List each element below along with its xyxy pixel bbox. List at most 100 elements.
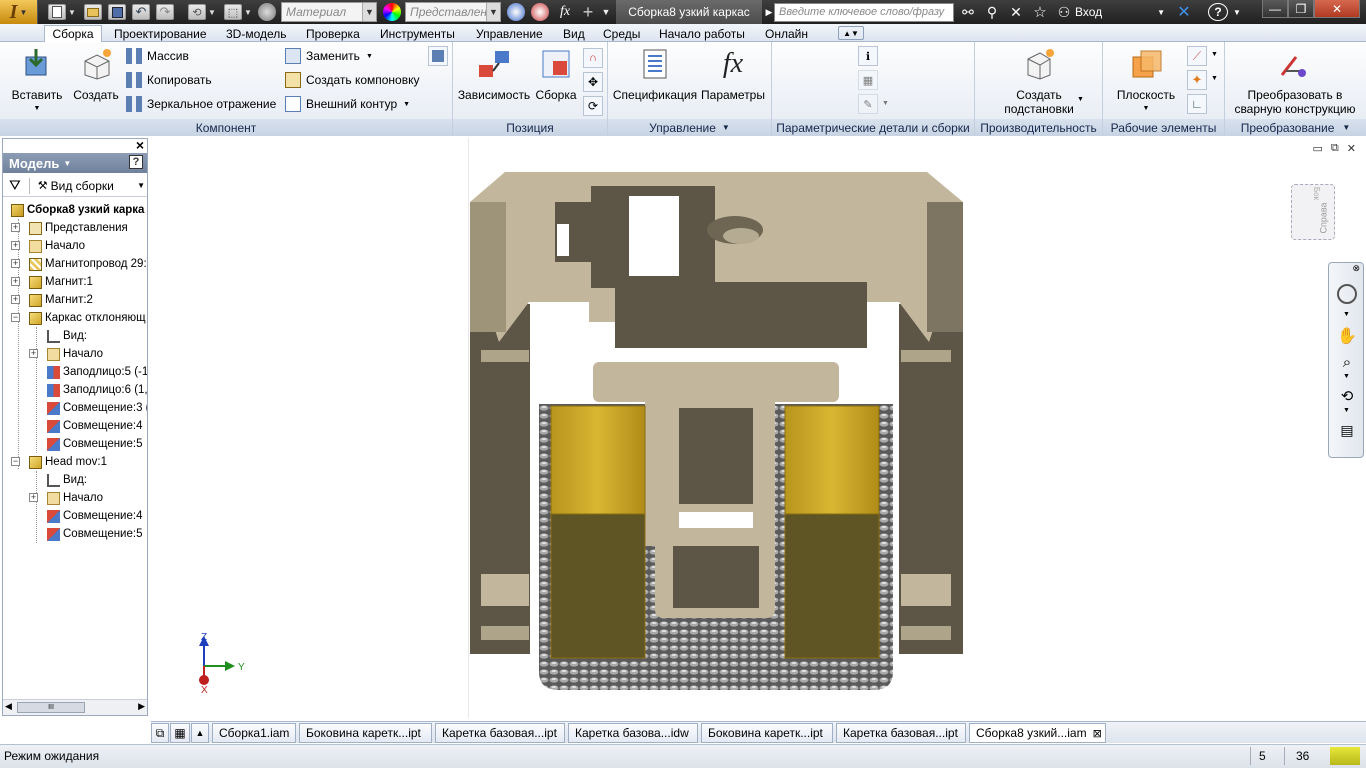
expand-icon[interactable]: + (11, 259, 20, 268)
tree-node[interactable]: Совмещение:3 ( (47, 399, 147, 417)
tab-get-started[interactable]: Начало работы (655, 25, 749, 42)
tab-inspect[interactable]: Проверка (302, 25, 364, 42)
zoom-button[interactable]: ⌕ (1335, 351, 1359, 373)
tree-node[interactable]: Представления (29, 219, 128, 237)
orbit-button[interactable]: ⟲ (1335, 385, 1359, 407)
doc-tab-active[interactable]: Сборка8 узкий...iam ⊠ (969, 723, 1106, 743)
mirror-button[interactable]: Зеркальное отражение (126, 94, 276, 114)
help-button[interactable]: ? (1208, 3, 1228, 21)
collapse-icon[interactable]: − (11, 457, 20, 466)
constrain-button[interactable]: Зависимость (455, 46, 533, 102)
navbar-close-icon[interactable]: ⊗ (1352, 263, 1360, 274)
viewport-close-icon[interactable]: ✕ (1347, 142, 1356, 155)
table-insert-button[interactable]: ℹ (858, 46, 878, 66)
app-menu-button[interactable]: I ▼ (0, 0, 38, 24)
chevron-down-icon[interactable]: ▼ (882, 100, 889, 107)
return-button[interactable]: ⟲ (188, 4, 206, 20)
create-layout-button[interactable]: Создать компоновку (285, 70, 419, 90)
viewport-minimize-icon[interactable]: ▭ (1313, 142, 1323, 155)
favorites-icon[interactable]: ☆ (1030, 2, 1050, 22)
search-expand-icon[interactable]: ▶ (764, 2, 774, 22)
user-icon[interactable]: ⚇ (1055, 2, 1073, 22)
tree-node[interactable]: Сборка8 узкий карка (11, 201, 144, 219)
expand-icon[interactable]: + (11, 241, 20, 250)
browser-header[interactable]: Модель ▼ ? (3, 153, 147, 173)
tree-node[interactable]: Заподлицо:5 (-1 (47, 363, 147, 381)
table-disabled-button[interactable]: ▦ (858, 70, 878, 90)
doc-tab[interactable]: Боковина каретк...ipt (701, 723, 833, 743)
exchange-icon[interactable]: ✕ (1173, 2, 1195, 22)
assembly-view-label[interactable]: Вид сборки (51, 179, 114, 193)
tree-node[interactable]: Head mov:1 (29, 453, 107, 471)
binoculars-icon[interactable]: ⚯ (958, 2, 978, 22)
subscription-icon[interactable]: ⚲ (982, 2, 1002, 22)
select-dropdown-icon[interactable]: ▼ (244, 2, 252, 22)
tab-tools[interactable]: Инструменты (376, 25, 459, 42)
ribbon-toggle-button[interactable]: ▲▼ (838, 26, 864, 40)
tab-manage[interactable]: Управление (472, 25, 547, 42)
expand-icon[interactable]: + (11, 295, 20, 304)
tree-node[interactable]: Вид: (47, 327, 87, 345)
manage-panel-title[interactable]: Управление ▼ (608, 119, 771, 136)
edit-table-button[interactable]: ✎ (858, 94, 878, 114)
minimize-button[interactable]: — (1262, 0, 1288, 18)
tree-node[interactable]: Магнитопровод 29: (29, 255, 147, 273)
fx-button[interactable]: fx (555, 2, 575, 22)
tab-close-icon[interactable]: ⊠ (1093, 727, 1102, 740)
arrange-windows-button[interactable]: ▦ (170, 723, 190, 743)
appearance-globe-icon[interactable] (258, 3, 276, 21)
search-input[interactable]: Введите ключевое слово/фразу (774, 3, 954, 22)
adjust-appearance-icon[interactable] (531, 3, 549, 21)
chevron-down-icon[interactable]: ▼ (1077, 96, 1084, 103)
doc-tab[interactable]: Каретка базова...idw (568, 723, 698, 743)
maximize-button[interactable]: ❐ (1288, 0, 1314, 18)
chevron-down-icon[interactable]: ▼ (1211, 75, 1218, 82)
save-button[interactable] (108, 4, 126, 20)
tab-design[interactable]: Проектирование (110, 25, 211, 42)
close-button[interactable]: ✕ (1314, 0, 1360, 18)
new-dropdown-icon[interactable]: ▼ (68, 2, 76, 22)
document-list-button[interactable]: ▲ (191, 723, 209, 743)
steering-wheel-button[interactable] (1335, 283, 1359, 305)
expand-icon[interactable]: + (11, 277, 20, 286)
add-icon[interactable]: + (579, 2, 597, 22)
assemble-button[interactable]: Сборка (533, 46, 579, 102)
shrinkwrap-button[interactable]: Внешний контур ▼ (285, 94, 410, 114)
create-substitutes-button[interactable]: Создать подстановки (987, 46, 1091, 116)
copy-button[interactable]: Копировать (126, 70, 212, 90)
chevron-down-icon[interactable]: ▼ (1343, 407, 1350, 414)
grip-snap-button[interactable] (428, 46, 448, 66)
open-button[interactable] (84, 4, 102, 20)
collapse-icon[interactable]: − (11, 313, 20, 322)
viewport-restore-icon[interactable]: ⧉ (1331, 142, 1339, 155)
chevron-down-icon[interactable]: ▼ (1211, 51, 1218, 58)
rotate-button[interactable]: ⟳ (583, 96, 603, 116)
help-dropdown-icon[interactable]: ▼ (1232, 2, 1242, 22)
viewcube-face-label[interactable]: Справа (1319, 202, 1329, 233)
convert-panel-title[interactable]: Преобразование ▼ (1225, 119, 1366, 136)
create-button[interactable]: Создать (72, 46, 120, 102)
browser-close-icon[interactable]: × (136, 137, 144, 153)
tab-assemble[interactable]: Сборка (44, 25, 102, 42)
tree-node[interactable]: Заподлицо:6 (1, (47, 381, 147, 399)
doc-tab[interactable]: Боковина каретк...ipt (299, 723, 432, 743)
free-rotate-button[interactable]: ✥ (583, 72, 603, 92)
redo-button[interactable]: ↷ (156, 4, 174, 20)
bom-button[interactable]: Спецификация (610, 46, 700, 102)
chevron-down-icon[interactable]: ▼ (1343, 373, 1350, 380)
filter-icon[interactable]: ⛛ (9, 177, 21, 194)
tree-node[interactable]: Начало (47, 489, 103, 507)
select-button[interactable]: ⬚ (224, 4, 242, 20)
free-move-button[interactable]: ∩ (583, 48, 603, 68)
tree-node[interactable]: Совмещение:5 (47, 435, 142, 453)
expand-icon[interactable]: + (29, 349, 38, 358)
scroll-left-icon[interactable]: ◀ (5, 701, 12, 712)
undo-button[interactable]: ↶ (132, 4, 150, 20)
look-at-button[interactable]: ▤ (1335, 419, 1359, 441)
material-select[interactable]: Материал ▼ (281, 2, 377, 22)
new-file-button[interactable] (48, 4, 66, 20)
representation-select[interactable]: Представлен ▼ (405, 2, 501, 22)
customize-dropdown-icon[interactable]: ▼ (600, 2, 612, 22)
replace-button[interactable]: Заменить ▼ (285, 46, 373, 66)
assembly-model[interactable] (469, 172, 965, 692)
